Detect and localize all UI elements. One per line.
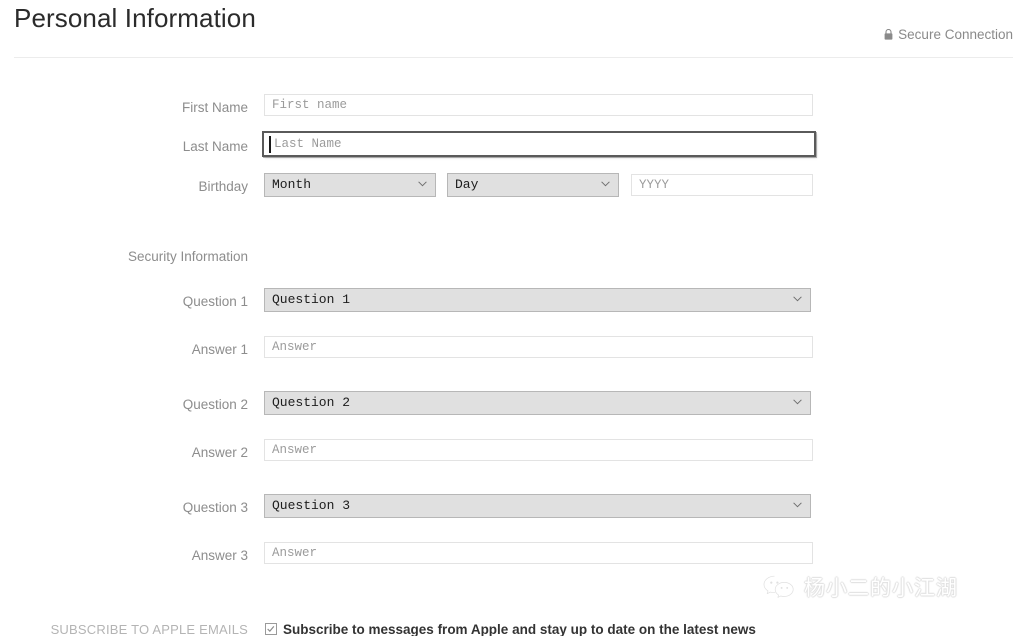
question-1-value: Question 1 xyxy=(272,292,350,307)
question-2-value: Question 2 xyxy=(272,395,350,410)
subscribe-section-label: SUBSCRIBE TO APPLE EMAILS xyxy=(0,622,248,636)
answer-3-row: Answer 3 Answer xyxy=(0,542,1024,570)
birthday-month-value: Month xyxy=(272,177,311,192)
question-2-row: Question 2 Question 2 xyxy=(0,391,1024,419)
first-name-row: First Name First name xyxy=(0,94,1024,122)
security-information-section-label: Security Information xyxy=(0,249,248,264)
watermark-label: 杨小二的小江湖 xyxy=(804,572,958,602)
birthday-month-select[interactable]: Month xyxy=(264,173,436,197)
page-header: Personal Information Secure Connection xyxy=(0,0,1024,56)
lock-icon xyxy=(884,29,893,40)
question-3-row: Question 3 Question 3 xyxy=(0,494,1024,522)
wechat-watermark: 杨小二的小江湖 xyxy=(762,572,958,602)
question-1-label: Question 1 xyxy=(0,288,248,316)
question-2-select[interactable]: Question 2 xyxy=(264,391,811,415)
birthday-day-value: Day xyxy=(455,177,478,192)
first-name-label: First Name xyxy=(0,94,248,122)
text-caret xyxy=(269,136,271,153)
question-3-select[interactable]: Question 3 xyxy=(264,494,811,518)
question-2-label: Question 2 xyxy=(0,391,248,419)
birthday-year-input[interactable]: YYYY xyxy=(631,174,813,196)
answer-2-input[interactable]: Answer xyxy=(264,439,813,461)
subscribe-row: SUBSCRIBE TO APPLE EMAILS Subscribe to m… xyxy=(0,622,1024,636)
answer-2-label: Answer 2 xyxy=(0,439,248,467)
last-name-row: Last Name Last Name xyxy=(0,133,1024,161)
birthday-day-select[interactable]: Day xyxy=(447,173,619,197)
chevron-down-icon xyxy=(601,181,610,187)
answer-2-row: Answer 2 Answer xyxy=(0,439,1024,467)
secure-connection-label: Secure Connection xyxy=(898,27,1013,42)
last-name-input[interactable]: Last Name xyxy=(262,131,816,157)
subscribe-description: Subscribe to messages from Apple and sta… xyxy=(283,622,756,636)
secure-connection-indicator: Secure Connection xyxy=(884,27,1013,42)
page-title: Personal Information xyxy=(14,3,256,34)
birthday-label: Birthday xyxy=(0,173,248,201)
subscribe-checkbox[interactable] xyxy=(265,623,277,635)
answer-3-input[interactable]: Answer xyxy=(264,542,813,564)
chevron-down-icon xyxy=(793,502,802,508)
chevron-down-icon xyxy=(418,181,427,187)
birthday-row: Birthday Month Day YYYY xyxy=(0,173,1024,201)
header-divider xyxy=(14,57,1013,58)
question-3-value: Question 3 xyxy=(272,498,350,513)
question-1-row: Question 1 Question 1 xyxy=(0,288,1024,316)
last-name-label: Last Name xyxy=(0,133,248,161)
answer-1-label: Answer 1 xyxy=(0,336,248,364)
question-1-select[interactable]: Question 1 xyxy=(264,288,811,312)
wechat-icon xyxy=(762,573,796,601)
answer-3-label: Answer 3 xyxy=(0,542,248,570)
last-name-placeholder: Last Name xyxy=(274,137,342,151)
chevron-down-icon xyxy=(793,399,802,405)
question-3-label: Question 3 xyxy=(0,494,248,522)
answer-1-row: Answer 1 Answer xyxy=(0,336,1024,364)
chevron-down-icon xyxy=(793,296,802,302)
first-name-input[interactable]: First name xyxy=(264,94,813,116)
answer-1-input[interactable]: Answer xyxy=(264,336,813,358)
